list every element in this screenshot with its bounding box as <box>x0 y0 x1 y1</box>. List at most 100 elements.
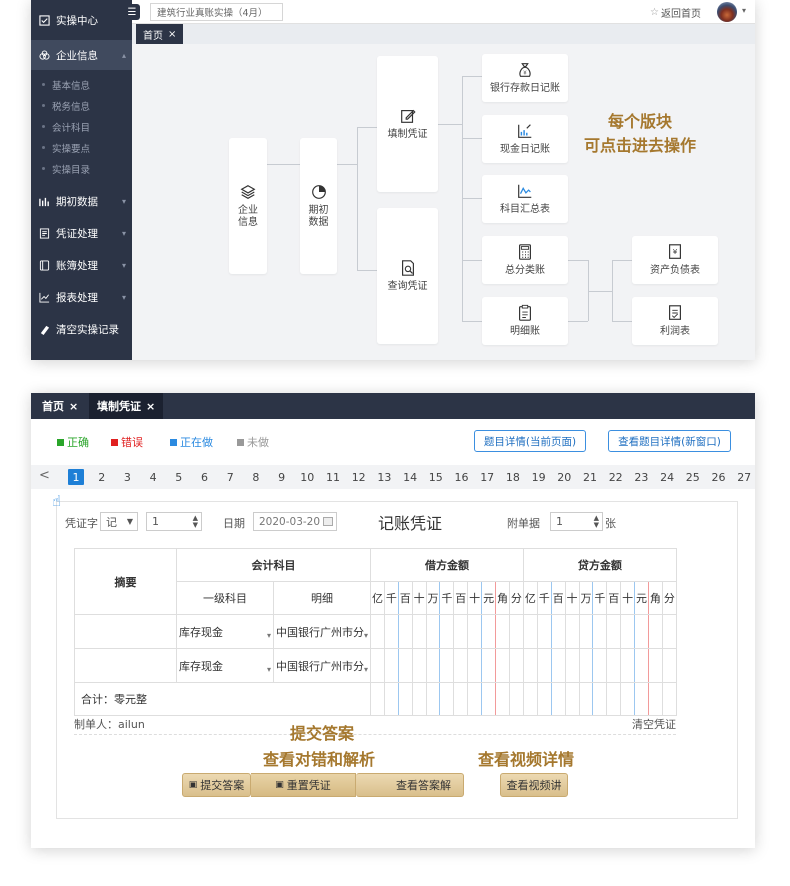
credit-amount-cell[interactable] <box>592 614 608 649</box>
sidebar-item-practice-center[interactable]: 实操中心 <box>31 0 132 40</box>
avatar[interactable] <box>717 2 737 22</box>
sidebar-item-ledger[interactable]: 账簿处理 ▾ <box>31 249 132 281</box>
page-7-button[interactable]: 7 <box>222 469 238 485</box>
credit-amount-cell[interactable] <box>606 648 622 683</box>
page-11-button[interactable]: 11 <box>325 469 341 485</box>
sidebar-subitem[interactable]: 实操要点 <box>31 137 132 158</box>
debit-amount-cell[interactable] <box>425 614 441 649</box>
credit-amount-cell[interactable] <box>647 614 663 649</box>
question-detail-new-window-button[interactable]: 查看题目详情(新窗口) <box>608 430 731 452</box>
income-statement-card[interactable]: 利润表 <box>632 297 718 345</box>
page-18-button[interactable]: 18 <box>505 469 521 485</box>
page-9-button[interactable]: 9 <box>274 469 290 485</box>
debit-amount-cell[interactable] <box>495 648 510 683</box>
page-13-button[interactable]: 13 <box>376 469 392 485</box>
page-21-button[interactable]: 21 <box>582 469 598 485</box>
subject-summary-card[interactable]: 科目汇总表 <box>482 175 568 223</box>
sidebar-subitem[interactable]: 税务信息 <box>31 95 132 116</box>
submit-answer-button[interactable]: ▣ 提交答案 <box>182 773 251 797</box>
credit-amount-cell[interactable] <box>634 648 649 683</box>
close-icon[interactable]: × <box>146 400 155 413</box>
page-23-button[interactable]: 23 <box>633 469 649 485</box>
tab-fill-voucher[interactable]: 填制凭证 × <box>89 393 164 419</box>
credit-amount-cell[interactable] <box>620 614 636 649</box>
page-2-button[interactable]: 2 <box>94 469 110 485</box>
credit-amount-cell[interactable] <box>647 648 663 683</box>
debit-amount-cell[interactable] <box>481 614 497 649</box>
credit-amount-cell[interactable] <box>550 614 566 649</box>
debit-amount-cell[interactable] <box>370 614 385 649</box>
debit-amount-cell[interactable] <box>467 614 483 649</box>
sidebar-item-enterprise[interactable]: 企业信息 ▴ <box>31 40 132 70</box>
debit-amount-cell[interactable] <box>383 648 399 683</box>
credit-amount-cell[interactable] <box>578 614 594 649</box>
detail-subject-select[interactable]: 中国银行广州市分 <box>273 648 371 683</box>
prev-page-button[interactable]: < <box>39 468 50 483</box>
tab-home[interactable]: 首页 × <box>34 393 86 419</box>
debit-amount-cell[interactable] <box>370 648 385 683</box>
debit-amount-cell[interactable] <box>467 648 483 683</box>
stepper-arrows-icon[interactable]: ▲ ▼ <box>193 514 198 529</box>
clear-voucher-link[interactable]: 清空凭证 <box>632 716 676 732</box>
view-video-button[interactable]: 查看视频讲 <box>500 773 568 797</box>
credit-amount-cell[interactable] <box>522 648 538 683</box>
tab-home[interactable]: 首页 × <box>136 24 184 44</box>
debit-amount-cell[interactable] <box>425 648 441 683</box>
search-input[interactable]: 建筑行业真账实操（4月） <box>150 3 283 21</box>
debit-amount-cell[interactable] <box>397 648 413 683</box>
page-6-button[interactable]: 6 <box>197 469 213 485</box>
credit-amount-cell[interactable] <box>661 614 677 649</box>
cash-journal-card[interactable]: 现金日记账 <box>482 115 568 163</box>
page-27-button[interactable]: 27 <box>736 469 752 485</box>
page-1-button[interactable]: 1 <box>68 469 84 485</box>
debit-amount-cell[interactable] <box>508 614 524 649</box>
page-19-button[interactable]: 19 <box>531 469 547 485</box>
page-4-button[interactable]: 4 <box>145 469 161 485</box>
page-20-button[interactable]: 20 <box>556 469 572 485</box>
debit-amount-cell[interactable] <box>439 614 455 649</box>
credit-amount-cell[interactable] <box>550 648 566 683</box>
date-picker[interactable]: 2020-03-20 <box>253 512 337 531</box>
home-link[interactable]: ☆ 返回首页 <box>650 5 701 20</box>
close-icon[interactable]: × <box>168 29 176 40</box>
page-17-button[interactable]: 17 <box>479 469 495 485</box>
sidebar-item-clear-records[interactable]: 清空实操记录 <box>31 313 132 345</box>
credit-amount-cell[interactable] <box>606 614 622 649</box>
sidebar-subitem[interactable]: 基本信息 <box>31 74 132 95</box>
stepper-arrows-icon[interactable]: ▲ ▼ <box>594 514 599 529</box>
debit-amount-cell[interactable] <box>411 648 427 683</box>
credit-amount-cell[interactable] <box>592 648 608 683</box>
debit-amount-cell[interactable] <box>508 648 524 683</box>
voucher-type-select[interactable]: 记 ▼ <box>100 512 138 531</box>
debit-amount-cell[interactable] <box>383 614 399 649</box>
debit-amount-cell[interactable] <box>397 614 413 649</box>
debit-amount-cell[interactable] <box>481 648 497 683</box>
page-24-button[interactable]: 24 <box>659 469 675 485</box>
credit-amount-cell[interactable] <box>620 648 636 683</box>
page-15-button[interactable]: 15 <box>428 469 444 485</box>
page-26-button[interactable]: 26 <box>711 469 727 485</box>
calendar-icon[interactable] <box>323 517 333 526</box>
reset-voucher-button[interactable]: ▣ 重置凭证 <box>251 773 356 797</box>
summary-cell[interactable] <box>74 614 177 649</box>
debit-amount-cell[interactable] <box>439 648 455 683</box>
sidebar-item-voucher[interactable]: 凭证处理 ▾ <box>31 217 132 249</box>
page-10-button[interactable]: 10 <box>299 469 315 485</box>
debit-amount-cell[interactable] <box>495 614 510 649</box>
credit-amount-cell[interactable] <box>536 614 552 649</box>
menu-toggle-button[interactable]: ☰ <box>124 4 140 20</box>
sidebar-item-opening-data[interactable]: 期初数据 ▾ <box>31 185 132 217</box>
credit-amount-cell[interactable] <box>634 614 649 649</box>
debit-amount-cell[interactable] <box>411 614 427 649</box>
page-25-button[interactable]: 25 <box>685 469 701 485</box>
credit-amount-cell[interactable] <box>536 648 552 683</box>
detail-subject-select[interactable]: 中国银行广州市分 <box>273 614 371 649</box>
credit-amount-cell[interactable] <box>564 648 580 683</box>
view-answer-button[interactable]: 查看答案解 <box>356 773 464 797</box>
close-icon[interactable]: × <box>69 400 78 413</box>
sidebar-subitem[interactable]: 会计科目 <box>31 116 132 137</box>
credit-amount-cell[interactable] <box>578 648 594 683</box>
question-detail-button[interactable]: 题目详情(当前页面) <box>474 430 586 452</box>
balance-sheet-card[interactable]: ¥ 资产负债表 <box>632 236 718 284</box>
voucher-number-stepper[interactable]: 1 ▲ ▼ <box>146 512 202 531</box>
